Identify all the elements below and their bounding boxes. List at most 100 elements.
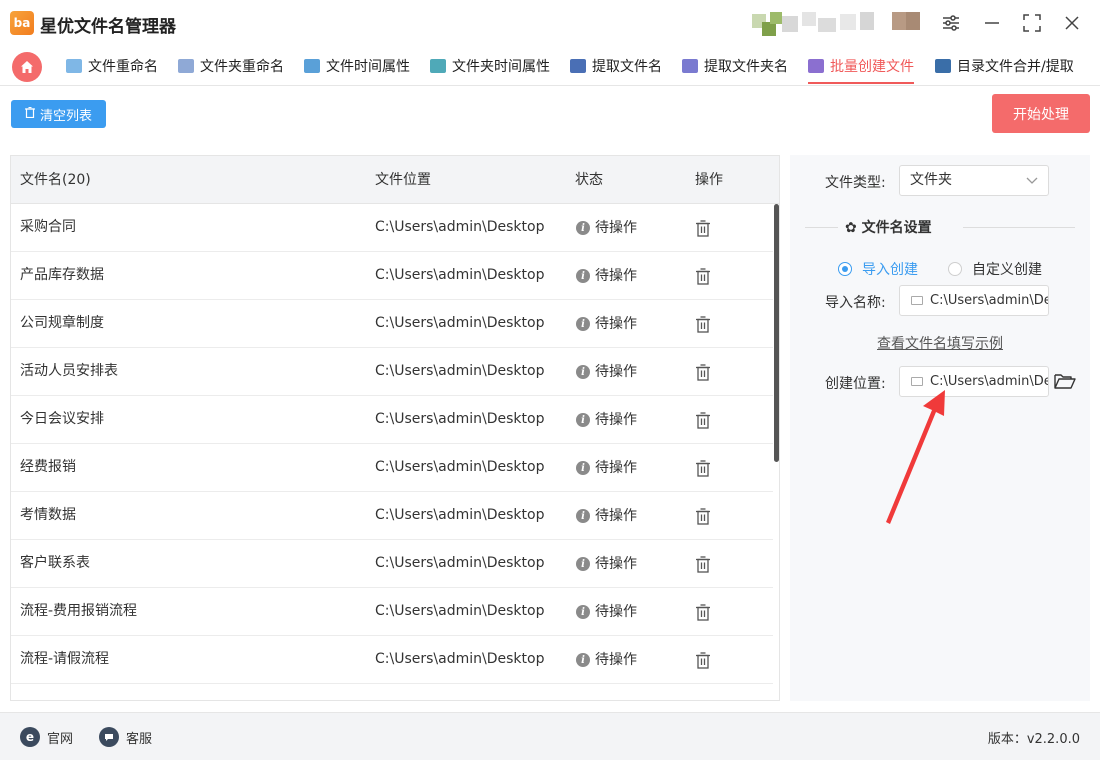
folder-time-icon <box>430 59 446 73</box>
delete-row-button[interactable] <box>695 636 711 684</box>
home-button[interactable] <box>12 52 42 82</box>
tab-extract-filename[interactable]: 提取文件名 <box>570 46 662 86</box>
import-name-field[interactable]: C:\Users\admin\De <box>899 285 1049 316</box>
file-type-value: 文件夹 <box>910 172 952 188</box>
row-status-text: 待操作 <box>595 555 637 572</box>
row-filename: 流程-请假流程 <box>20 651 110 667</box>
row-status: i 待操作 <box>576 444 637 492</box>
delete-row-button[interactable] <box>695 588 711 636</box>
table-body: 采购合同 C:\Users\admin\Desktop i 待操作产品库存数据 C:\U… <box>11 204 773 684</box>
row-location: C:\Users\admin\Desktop <box>375 315 545 331</box>
batch-create-icon <box>808 59 824 73</box>
filename-example-link[interactable]: 查看文件名填写示例 <box>877 333 1003 353</box>
row-location: C:\Users\admin\Desktop <box>375 651 545 667</box>
row-status-text: 待操作 <box>595 267 637 284</box>
trash-icon <box>696 363 710 381</box>
minimize-icon[interactable] <box>979 10 1005 36</box>
info-icon: i <box>576 317 590 331</box>
customer-service-link[interactable]: 客服 <box>99 727 152 747</box>
row-location: C:\Users\admin\Desktop <box>375 411 545 427</box>
delete-row-button[interactable] <box>695 300 711 348</box>
row-status: i 待操作 <box>576 348 637 396</box>
table-row[interactable]: 客户联系表 C:\Users\admin\Desktop i 待操作 <box>11 540 773 588</box>
tab-batch-create[interactable]: 批量创建文件 <box>808 46 914 86</box>
info-icon: i <box>576 269 590 283</box>
header-action[interactable]: 操作 <box>695 156 723 204</box>
table-row[interactable]: 流程-请假流程 C:\Users\admin\Desktop i 待操作 <box>11 636 773 684</box>
browse-folder-icon[interactable] <box>1054 372 1076 392</box>
tab-label: 提取文件夹名 <box>704 59 788 75</box>
delete-row-button[interactable] <box>695 444 711 492</box>
tab-folder-time[interactable]: 文件夹时间属性 <box>430 46 550 86</box>
radio-unchecked-icon <box>948 262 962 276</box>
radio-import-create[interactable]: 导入创建 <box>838 259 918 279</box>
tab-file-time[interactable]: 文件时间属性 <box>304 46 410 86</box>
version-text: 版本：v2.2.0.0 <box>987 732 1080 747</box>
row-filename: 产品库存数据 <box>20 267 104 283</box>
row-location: C:\Users\admin\Desktop <box>375 555 545 571</box>
table-row[interactable]: 产品库存数据 C:\Users\admin\Desktop i 待操作 <box>11 252 773 300</box>
table-header: 文件名(20) 文件位置 状态 操作 <box>11 156 779 204</box>
delete-row-button[interactable] <box>695 252 711 300</box>
row-status: i 待操作 <box>576 492 637 540</box>
tab-label: 文件夹时间属性 <box>452 59 550 75</box>
delete-row-button[interactable] <box>695 396 711 444</box>
extract-filename-icon <box>570 59 586 73</box>
table-row[interactable]: 流程-费用报销流程 C:\Users\admin\Desktop i 待操作 <box>11 588 773 636</box>
table-row[interactable]: 今日会议安排 C:\Users\admin\Desktop i 待操作 <box>11 396 773 444</box>
file-type-select[interactable]: 文件夹 <box>899 165 1049 196</box>
tab-label: 批量创建文件 <box>830 59 914 75</box>
delete-row-button[interactable] <box>695 540 711 588</box>
row-location: C:\Users\admin\Desktop <box>375 363 545 379</box>
delete-row-button[interactable] <box>695 492 711 540</box>
clear-list-button[interactable]: 清空列表 <box>11 100 106 128</box>
radio-custom-create[interactable]: 自定义创建 <box>948 259 1042 279</box>
import-name-value: C:\Users\admin\De <box>930 293 1049 308</box>
trash-icon <box>696 507 710 525</box>
table-row[interactable]: 活动人员安排表 C:\Users\admin\Desktop i 待操作 <box>11 348 773 396</box>
table-row[interactable]: 经费报销 C:\Users\admin\Desktop i 待操作 <box>11 444 773 492</box>
row-status: i 待操作 <box>576 300 637 348</box>
tab-folder-rename[interactable]: 文件夹重命名 <box>178 46 284 86</box>
tab-merge-extract[interactable]: 目录文件合并/提取 <box>935 46 1074 86</box>
delete-row-button[interactable] <box>695 204 711 252</box>
tab-label: 文件重命名 <box>88 59 158 75</box>
header-filename[interactable]: 文件名(20) <box>20 156 91 204</box>
close-icon[interactable] <box>1059 10 1085 36</box>
create-location-value: C:\Users\admin\Des <box>930 374 1049 389</box>
folder-rename-icon <box>178 59 194 73</box>
settings-icon[interactable] <box>938 10 964 36</box>
create-location-field[interactable]: C:\Users\admin\Des <box>899 366 1049 397</box>
row-status: i 待操作 <box>576 396 637 444</box>
delete-row-button[interactable] <box>695 348 711 396</box>
divider <box>805 227 838 228</box>
row-location: C:\Users\admin\Desktop <box>375 507 545 523</box>
row-filename: 今日会议安排 <box>20 411 104 427</box>
table-row[interactable]: 公司规章制度 C:\Users\admin\Desktop i 待操作 <box>11 300 773 348</box>
row-status-text: 待操作 <box>595 507 637 524</box>
file-rename-icon <box>66 59 82 73</box>
info-icon: i <box>576 605 590 619</box>
title-bar: ba 星优文件名管理器 <box>0 0 1100 46</box>
header-location[interactable]: 文件位置 <box>375 156 431 204</box>
start-process-button[interactable]: 开始处理 <box>992 94 1090 133</box>
tab-file-rename[interactable]: 文件重命名 <box>66 46 158 86</box>
maximize-icon[interactable] <box>1019 10 1045 36</box>
table-scrollbar[interactable] <box>774 204 779 700</box>
scrollbar-thumb[interactable] <box>774 204 779 462</box>
header-status[interactable]: 状态 <box>575 156 603 204</box>
tab-extract-foldername[interactable]: 提取文件夹名 <box>682 46 788 86</box>
website-link[interactable]: e 官网 <box>20 727 73 747</box>
table-row[interactable]: 采购合同 C:\Users\admin\Desktop i 待操作 <box>11 204 773 252</box>
row-status-text: 待操作 <box>595 363 637 380</box>
tab-bar: 文件重命名 文件夹重命名 文件时间属性 文件夹时间属性 提取文件名 提取文件夹名… <box>0 46 1100 86</box>
row-filename: 流程-费用报销流程 <box>20 603 138 619</box>
radio-custom-label: 自定义创建 <box>972 262 1042 278</box>
tab-label: 文件时间属性 <box>326 59 410 75</box>
table-row[interactable]: 考情数据 C:\Users\admin\Desktop i 待操作 <box>11 492 773 540</box>
section-title: ✿ 文件名设置 <box>845 217 932 237</box>
user-avatar[interactable] <box>752 8 924 38</box>
info-icon: i <box>576 653 590 667</box>
trash-icon <box>24 106 35 121</box>
radio-checked-icon <box>838 262 852 276</box>
